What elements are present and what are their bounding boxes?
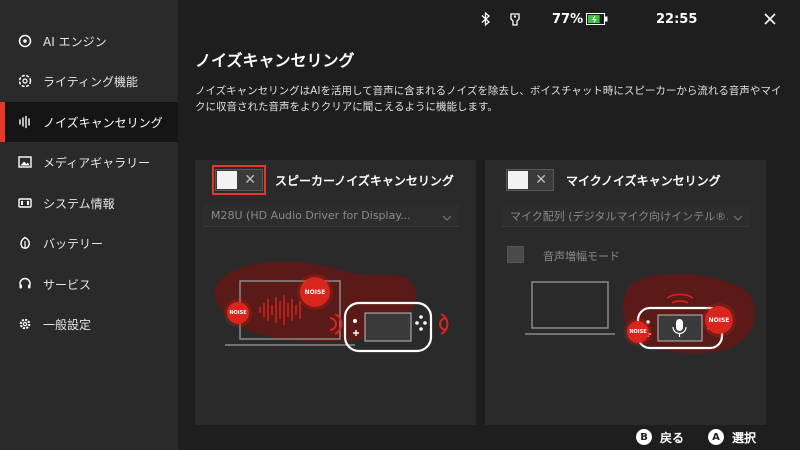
back-button[interactable]: B 戻る bbox=[636, 428, 684, 446]
noise-cancel-icon bbox=[17, 114, 33, 130]
back-label: 戻る bbox=[660, 430, 685, 445]
a-key-icon: A bbox=[708, 429, 724, 445]
speaker-noise-toggle[interactable]: ✕ bbox=[215, 169, 263, 191]
sidebar-item-label: システム情報 bbox=[43, 196, 115, 211]
mic-noise-toggle[interactable]: ✕ bbox=[506, 169, 554, 191]
mic-device-value: マイク配列 (デジタルマイク向けインテル®... bbox=[510, 209, 728, 223]
sidebar-item-general-settings[interactable]: 一般設定 bbox=[0, 304, 178, 344]
sidebar-item-battery[interactable]: バッテリー bbox=[0, 223, 178, 263]
battery-icon bbox=[586, 9, 608, 29]
off-x-icon: ✕ bbox=[244, 172, 256, 188]
system-info-icon bbox=[17, 195, 33, 211]
noise-bubble: NOISE bbox=[705, 306, 733, 334]
sidebar-item-label: バッテリー bbox=[43, 236, 104, 251]
sidebar-item-label: ノイズキャンセリング bbox=[43, 115, 163, 130]
toggle-knob bbox=[217, 171, 237, 189]
sidebar-item-lighting[interactable]: ライティング機能 bbox=[0, 61, 178, 101]
speaker-panel-title: スピーカーノイズキャンセリング bbox=[275, 174, 454, 188]
off-x-icon: ✕ bbox=[535, 172, 547, 188]
lighting-icon bbox=[17, 73, 33, 89]
noise-bubble: NOISE bbox=[300, 277, 330, 307]
sidebar-item-noise-cancelling[interactable]: ノイズキャンセリング bbox=[0, 102, 178, 142]
sidebar-item-label: 一般設定 bbox=[43, 317, 92, 332]
battery-percent: 77% bbox=[552, 11, 584, 27]
sidebar-item-label: AI エンジン bbox=[43, 34, 107, 49]
sidebar: AI エンジン ライティング機能 ノイズキャンセリング メディアギャラリー シス… bbox=[0, 0, 178, 450]
sidebar-item-label: サービス bbox=[43, 277, 92, 292]
page-description: ノイズキャンセリングはAIを活用して音声に含まれるノイズを除去し、ボイスチャット… bbox=[195, 85, 782, 113]
gear-icon bbox=[17, 316, 33, 332]
voice-boost-label: 音声増幅モード bbox=[543, 250, 620, 263]
page-title: ノイズキャンセリング bbox=[195, 51, 355, 70]
b-key-icon: B bbox=[636, 429, 652, 445]
battery-leaf-icon bbox=[17, 235, 33, 251]
noise-bubble: NOISE bbox=[627, 321, 649, 343]
usb-icon[interactable] bbox=[508, 9, 522, 29]
mic-panel-title: マイクノイズキャンセリング bbox=[566, 174, 721, 188]
gallery-icon bbox=[17, 154, 33, 170]
voice-boost-checkbox[interactable] bbox=[507, 246, 524, 263]
bluetooth-icon[interactable] bbox=[480, 9, 492, 29]
noise-bubble: NOISE bbox=[227, 302, 249, 324]
sidebar-item-system-info[interactable]: システム情報 bbox=[0, 183, 178, 223]
close-icon[interactable] bbox=[763, 9, 777, 29]
toggle-knob bbox=[508, 171, 528, 189]
sidebar-item-media-gallery[interactable]: メディアギャラリー bbox=[0, 142, 178, 182]
mic-device-select[interactable]: マイク配列 (デジタルマイク向けインテル®... bbox=[502, 205, 750, 227]
clock: 22:55 bbox=[656, 11, 698, 27]
speaker-device-value: M28U (HD Audio Driver for Display... bbox=[211, 209, 411, 222]
sidebar-item-label: ライティング機能 bbox=[43, 74, 139, 89]
select-label: 選択 bbox=[732, 430, 757, 445]
speaker-device-select[interactable]: M28U (HD Audio Driver for Display... bbox=[203, 205, 459, 227]
select-button[interactable]: A 選択 bbox=[708, 428, 756, 446]
sidebar-item-ai-engine[interactable]: AI エンジン bbox=[0, 21, 178, 61]
sidebar-item-service[interactable]: サービス bbox=[0, 264, 178, 304]
ai-engine-icon bbox=[17, 33, 33, 49]
sidebar-item-label: メディアギャラリー bbox=[43, 155, 151, 170]
chevron-down-icon bbox=[441, 209, 453, 228]
chevron-down-icon bbox=[732, 209, 744, 228]
headset-icon bbox=[17, 276, 33, 292]
